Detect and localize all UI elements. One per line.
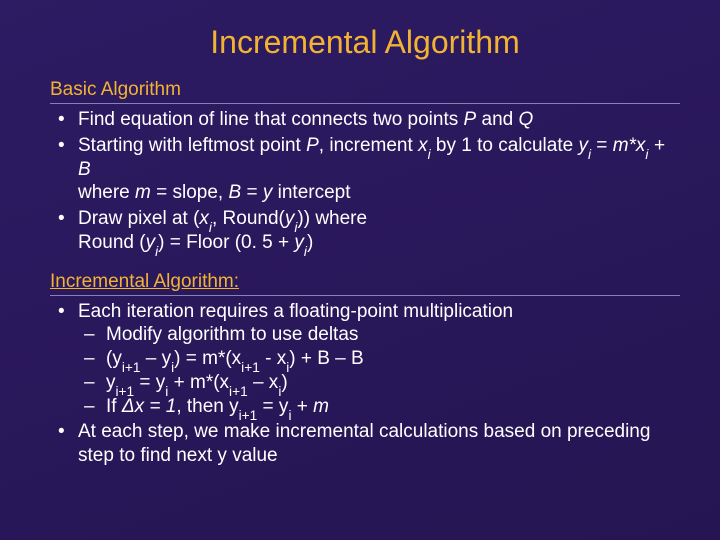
text: = (591, 135, 613, 156)
text: Each iteration requires a floating-point… (78, 301, 513, 322)
expr-mx: m*x (613, 135, 646, 156)
var-x: x (199, 208, 209, 229)
var-x: x (418, 135, 428, 156)
section-heading-basic: Basic Algorithm (50, 79, 680, 101)
incremental-bullets: Each iteration requires a floating-point… (50, 300, 680, 468)
basic-bullets: Find equation of line that connects two … (50, 108, 680, 255)
sub-i: i (155, 244, 158, 259)
text: where (78, 182, 135, 203)
var-y: y (146, 232, 156, 253)
text: - x (260, 348, 286, 369)
bullet-2: Starting with leftmost point P, incremen… (50, 134, 680, 205)
text: and (476, 109, 518, 130)
text: by 1 to calculate (431, 135, 579, 156)
var-B: B (229, 182, 242, 203)
sub-i: i (304, 244, 307, 259)
text: = (241, 182, 263, 203)
dash-2: (yi+1 – yi) = m*(xi+1 - xi) + B – B (78, 347, 680, 371)
bullet-3-line2: Round (yi) = Floor (0. 5 + yi) (78, 231, 680, 255)
sub-i: i (294, 220, 297, 235)
text: – x (248, 372, 279, 393)
text: – y (140, 348, 171, 369)
text: Find equation of line that connects two … (78, 109, 464, 130)
text: = y (257, 396, 288, 417)
text: Round ( (78, 232, 146, 253)
text: = slope, (151, 182, 229, 203)
bullet-i1: Each iteration requires a floating-point… (50, 300, 680, 419)
text: )) where (297, 208, 367, 229)
text: intercept (272, 182, 350, 203)
var-m: m (135, 182, 151, 203)
text: , then y (176, 396, 238, 417)
text: ) + B – B (289, 348, 363, 369)
text: = y (134, 372, 165, 393)
bullet-1: Find equation of line that connects two … (50, 108, 680, 132)
section-heading-incremental: Incremental Algorithm: (50, 271, 680, 293)
text: y (106, 372, 116, 393)
divider (50, 295, 680, 296)
var-y: y (285, 208, 295, 229)
text: Draw pixel at ( (78, 208, 199, 229)
dash-1: Modify algorithm to use deltas (78, 323, 680, 347)
text: ) (281, 372, 287, 393)
sub-i: i (428, 147, 431, 162)
slide-title: Incremental Algorithm (50, 24, 680, 61)
var-Q: Q (518, 109, 533, 130)
expr-dx: Δx = 1 (122, 396, 176, 417)
text: Starting with leftmost point (78, 135, 306, 156)
var-P: P (464, 109, 477, 130)
sub-i: i (209, 220, 212, 235)
text: + (291, 396, 313, 417)
var-y: y (578, 135, 588, 156)
var-y: y (263, 182, 273, 203)
bullet-i2: At each step, we make incremental calcul… (50, 420, 680, 468)
text: , increment (319, 135, 418, 156)
divider (50, 103, 680, 104)
sub-i: i (588, 147, 591, 162)
sub-dashes: Modify algorithm to use deltas (yi+1 – y… (78, 323, 680, 418)
bullet-3: Draw pixel at (xi, Round(yi)) where Roun… (50, 207, 680, 255)
dash-3: yi+1 = yi + m*(xi+1 – xi) (78, 371, 680, 395)
dash-4: If Δx = 1, then yi+1 = yi + m (78, 395, 680, 419)
text: + m*(x (168, 372, 229, 393)
var-m: m (313, 396, 329, 417)
text: ) (307, 232, 313, 253)
text: ) = m*(x (174, 348, 241, 369)
text: If (106, 396, 122, 417)
bullet-2-line2: where m = slope, B = y intercept (78, 181, 680, 205)
slide: Incremental Algorithm Basic Algorithm Fi… (0, 0, 720, 540)
text: ) = Floor (0. 5 + (158, 232, 294, 253)
text: (y (106, 348, 122, 369)
text: , Round( (212, 208, 285, 229)
var-P: P (306, 135, 319, 156)
